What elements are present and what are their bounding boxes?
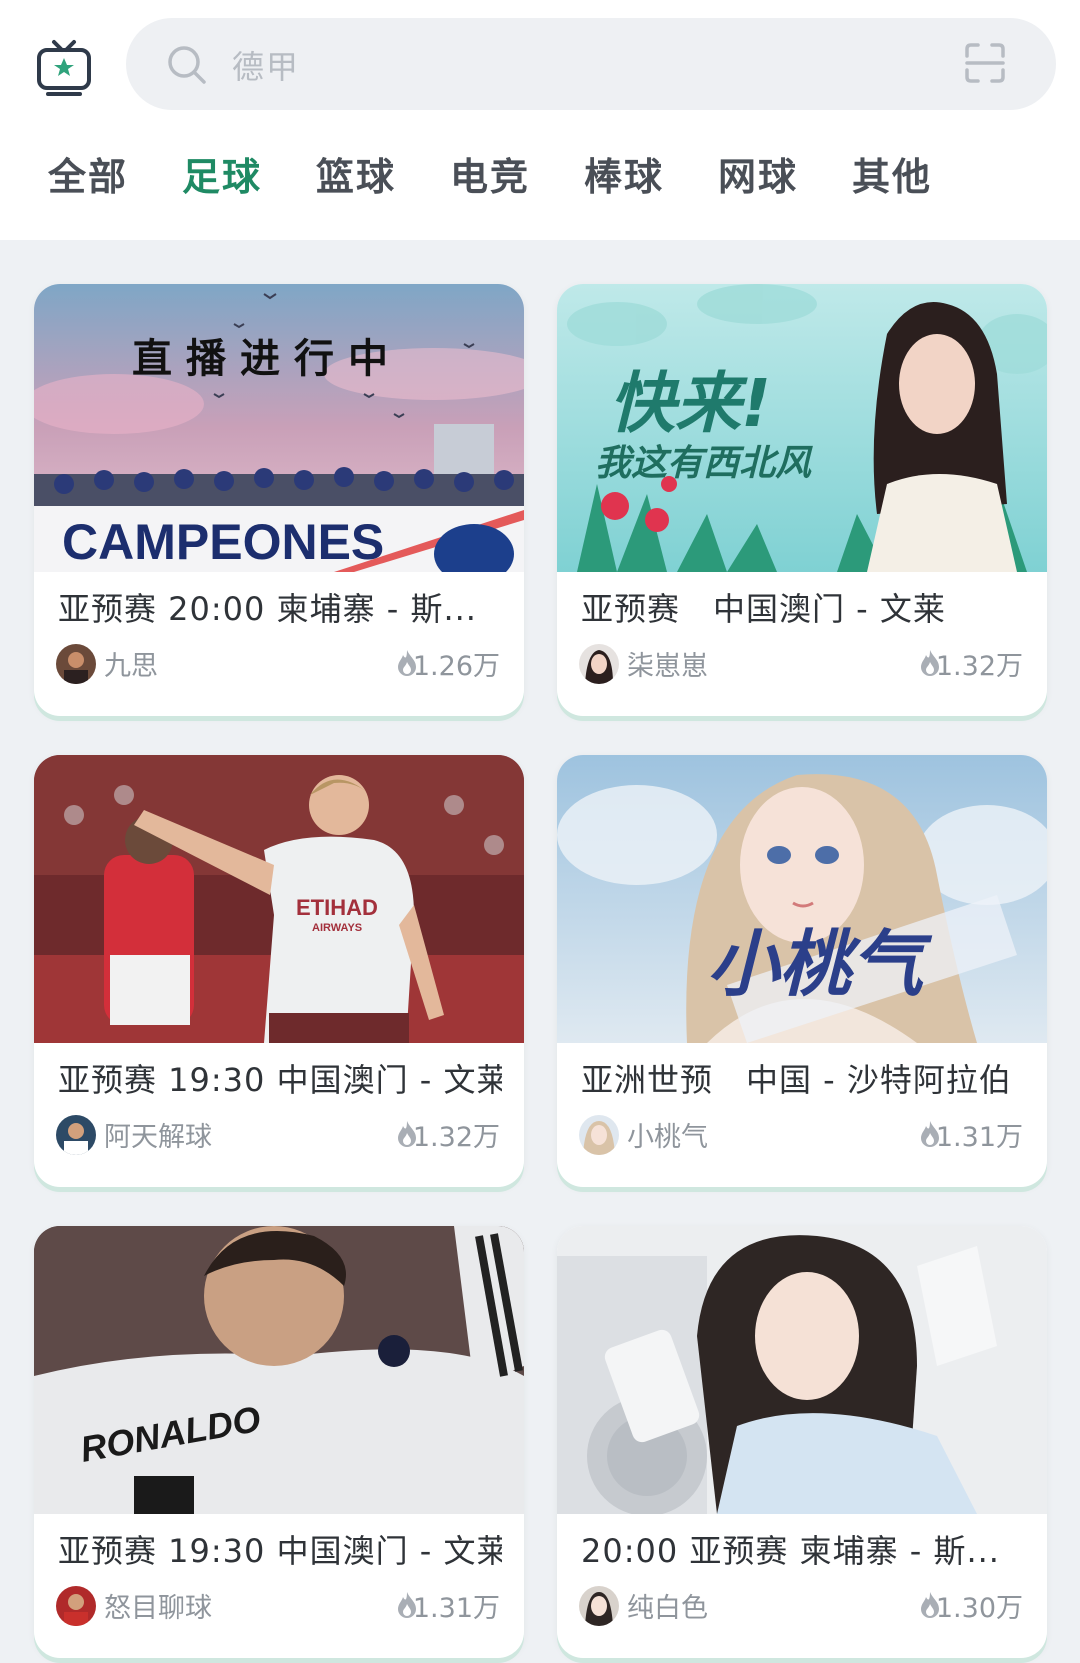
streamer-name: 九思 (104, 651, 158, 682)
avatar (579, 644, 619, 684)
view-count: 1.32万 (935, 651, 1023, 682)
stream-card[interactable]: 快来! 我这有西北风 亚预赛 中国澳门 - 文莱 柒崽崽 1.32万 (557, 284, 1047, 716)
stream-card[interactable]: ETIHAD AIRWAYS 亚预赛 19:30 中国澳门 - 文莱 阿天解球 … (34, 755, 524, 1187)
tab-football[interactable]: 足球 (182, 146, 262, 201)
stream-card[interactable]: 20:00 亚预赛 柬埔寨 - 斯... 纯白色 1.30万 (557, 1226, 1047, 1658)
view-count: 1.31万 (412, 1593, 500, 1624)
tab-all[interactable]: 全部 (48, 146, 128, 201)
tab-tennis[interactable]: 网球 (718, 146, 798, 201)
stream-title: 亚预赛 19:30 中国澳门 - 文莱 (58, 1532, 502, 1570)
stream-thumbnail: RONALDO (34, 1226, 524, 1514)
tab-other[interactable]: 其他 (852, 146, 932, 201)
streamer-overlay-text: 小桃气 (707, 922, 924, 1006)
promo-overlay-text: 快来! (609, 365, 772, 442)
streamer-name: 怒目聊球 (104, 1593, 212, 1624)
stream-card[interactable]: CAMPEONES 直播进行中 亚预赛 20:00 柬埔寨 - 斯... 九思 … (34, 284, 524, 716)
stream-title: 亚洲世预 中国 - 沙特阿拉伯 (581, 1061, 1012, 1099)
banner-text: CAMPEONES (62, 514, 384, 570)
avatar (579, 1586, 619, 1626)
stream-thumbnail (557, 1226, 1047, 1514)
streamer-name: 阿天解球 (104, 1122, 212, 1153)
stream-thumbnail: CAMPEONES 直播进行中 (34, 284, 524, 572)
view-count: 1.32万 (412, 1122, 500, 1153)
avatar (56, 1115, 96, 1155)
stream-title: 亚预赛 19:30 中国澳门 - 文莱 (58, 1061, 502, 1099)
top-header: 德甲 全部 足球 篮球 电竞 棒球 网球 其他 (0, 0, 1080, 240)
stream-card[interactable]: RONALDO 亚预赛 19:30 中国澳门 - 文莱 怒目聊球 1.31万 (34, 1226, 524, 1658)
search-bar[interactable]: 德甲 (126, 18, 1056, 110)
stream-thumbnail: ETIHAD AIRWAYS (34, 755, 524, 1043)
tab-esports[interactable]: 电竞 (450, 146, 530, 201)
promo-subtitle-text: 我这有西北风 (595, 443, 812, 484)
view-count: 1.26万 (412, 651, 500, 682)
avatar (56, 1586, 96, 1626)
streamer-name: 小桃气 (627, 1122, 708, 1153)
live-overlay-text: 直播进行中 (132, 336, 402, 382)
stream-title: 亚预赛 中国澳门 - 文莱 (581, 590, 946, 628)
shirt-sponsor-subtext: AIRWAYS (312, 922, 362, 934)
stream-thumbnail: 小桃气 (557, 755, 1047, 1043)
tab-baseball[interactable]: 棒球 (584, 146, 664, 201)
category-tabs: 全部 足球 篮球 电竞 棒球 网球 其他 (0, 146, 1080, 210)
streamer-name: 纯白色 (627, 1593, 708, 1624)
stream-thumbnail: 快来! 我这有西北风 (557, 284, 1047, 572)
tab-basketball[interactable]: 篮球 (316, 146, 396, 201)
view-count: 1.30万 (935, 1593, 1023, 1624)
stream-title: 亚预赛 20:00 柬埔寨 - 斯... (58, 590, 477, 628)
stream-card[interactable]: 小桃气 亚洲世预 中国 - 沙特阿拉伯 小桃气 1.31万 (557, 755, 1047, 1187)
search-input[interactable]: 德甲 (232, 42, 300, 88)
tv-logo-icon[interactable] (36, 38, 92, 98)
avatar (56, 644, 96, 684)
view-count: 1.31万 (935, 1122, 1023, 1153)
scan-icon[interactable] (964, 42, 1006, 84)
shirt-sponsor-text: ETIHAD (296, 895, 378, 920)
search-icon (168, 46, 206, 84)
stream-title: 20:00 亚预赛 柬埔寨 - 斯... (581, 1532, 1000, 1570)
avatar (579, 1115, 619, 1155)
streamer-name: 柒崽崽 (627, 651, 708, 682)
